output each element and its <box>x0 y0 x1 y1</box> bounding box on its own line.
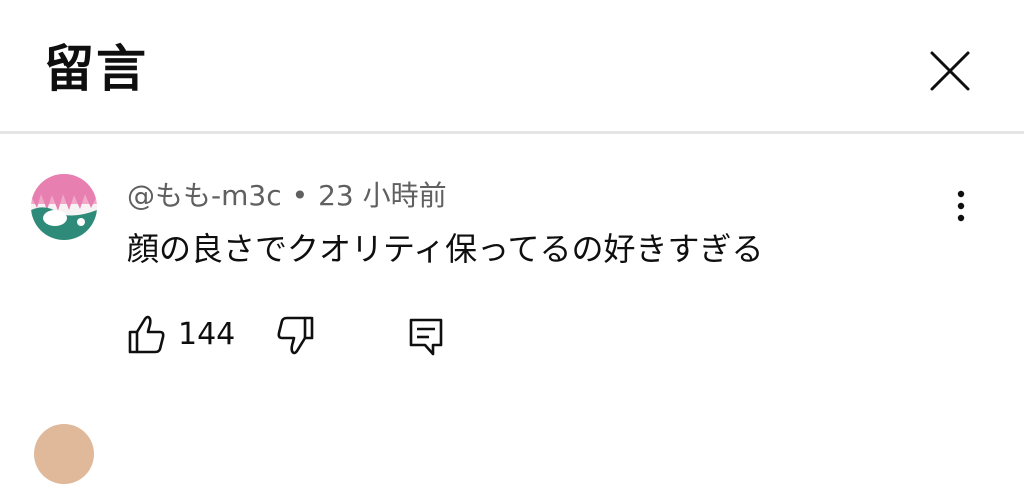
thumb-up-icon[interactable] <box>126 310 168 360</box>
comments-header: 留言 <box>0 0 1024 133</box>
next-comment-avatar[interactable] <box>34 424 94 484</box>
comment-author[interactable]: @もも-m3c <box>127 179 282 212</box>
comment-actions: 144 <box>0 310 1024 360</box>
avatar[interactable] <box>31 174 97 240</box>
reply-comment-icon[interactable] <box>406 312 446 358</box>
more-vert-icon[interactable] <box>944 186 978 226</box>
close-icon[interactable] <box>924 45 976 97</box>
comment-meta: @もも-m3c • 23 小時前 <box>127 176 447 216</box>
header-divider <box>0 131 1024 134</box>
comment-text: 顔の良さでクオリティ保ってるの好きすぎる <box>127 230 764 268</box>
meta-separator: • <box>291 179 309 212</box>
comment-time: 23 小時前 <box>318 179 447 212</box>
like-count: 144 <box>178 317 236 352</box>
page-title: 留言 <box>44 40 148 98</box>
thumb-down-icon[interactable] <box>272 310 316 360</box>
